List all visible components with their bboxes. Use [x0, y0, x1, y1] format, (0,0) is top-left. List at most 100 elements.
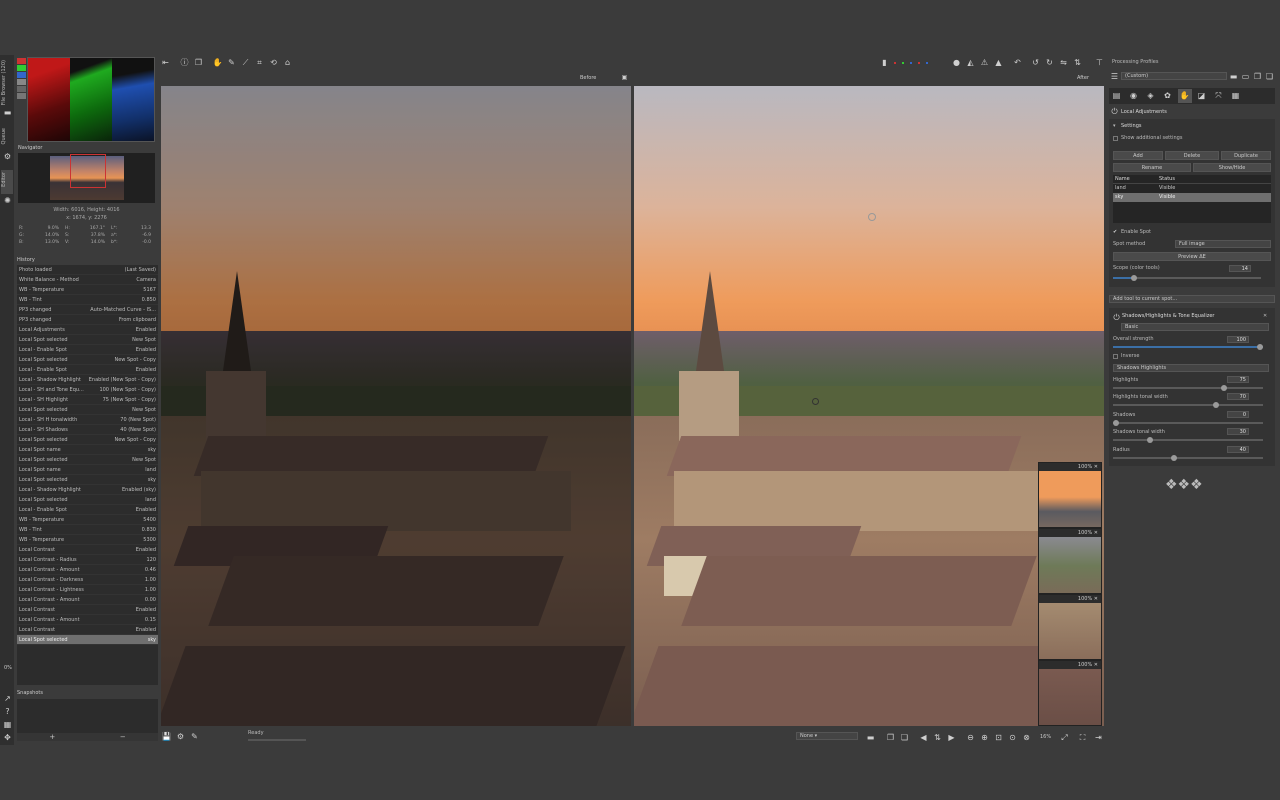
crop-icon[interactable]: ⌗ [255, 58, 264, 67]
history-row[interactable]: Local Spot selected New Spot - Copy [17, 435, 158, 445]
hl-tonal-width-value[interactable]: 70 [1227, 393, 1249, 400]
move-icon[interactable]: ✥ [3, 733, 12, 742]
luminance-toggle[interactable] [17, 79, 26, 85]
transform-tab-icon[interactable]: ⤧ [1214, 91, 1223, 100]
next-image-icon[interactable]: ▶ [947, 733, 956, 742]
queue-add-icon[interactable]: ⚙ [176, 732, 185, 741]
highlights-slider[interactable] [1113, 385, 1263, 391]
history-row[interactable]: Local - Shadow Highlight Enabled (New Spo… [17, 375, 158, 385]
lock-icon[interactable]: ▣ [620, 73, 629, 82]
tool-close-icon[interactable]: ✕ [1263, 313, 1267, 319]
overall-strength-value[interactable]: 100 [1227, 336, 1249, 343]
history-row[interactable]: WB - Tint 0.830 [17, 525, 158, 535]
history-row[interactable]: Local Contrast - Darkness 1.00 [17, 575, 158, 585]
history-row[interactable]: Local Contrast Enabled [17, 545, 158, 555]
radius-slider[interactable] [1113, 455, 1263, 461]
tab-file-browser[interactable]: File Browser (120) [1, 60, 7, 105]
history-row[interactable]: Local - Shadow Highlight Enabled (sky) [17, 485, 158, 495]
focus-mask-icon[interactable]: ● [952, 58, 961, 67]
color-tab-icon[interactable]: ✿ [1163, 91, 1172, 100]
power-icon[interactable]: ⏻ [1110, 107, 1119, 116]
history-row[interactable]: Local - SH Highlight 75 (New Spot - Copy) [17, 395, 158, 405]
scope-value[interactable]: 14 [1229, 265, 1251, 272]
history-row[interactable]: Local Contrast Enabled [17, 625, 158, 635]
spot-table[interactable]: Name Status land Visible sky Visible [1113, 175, 1271, 223]
highlight-clip-icon[interactable]: ◭ [966, 58, 975, 67]
chroma-toggle[interactable] [17, 86, 26, 92]
history-row[interactable]: Local Adjustments Enabled [17, 325, 158, 335]
history-row[interactable]: Local Spot name sky [17, 445, 158, 455]
detail-window-4[interactable]: 100% ✕ [1038, 660, 1102, 726]
paste-icon[interactable]: ❏ [900, 733, 909, 742]
favorites-tab-icon[interactable]: ▤ [1112, 91, 1121, 100]
history-row[interactable]: Local Spot selected New Spot [17, 335, 158, 345]
zoom-in-icon[interactable]: ⊕ [980, 733, 989, 742]
history-row[interactable]: Local Contrast Enabled [17, 605, 158, 615]
shadows-value[interactable]: 0 [1227, 411, 1249, 418]
sync-icon[interactable]: ⇅ [933, 733, 942, 742]
history-row[interactable]: WB - Temperature 5400 [17, 515, 158, 525]
radius-value[interactable]: 40 [1227, 446, 1249, 453]
rotate-right-icon[interactable]: ↻ [1045, 58, 1054, 67]
blue-dot-2[interactable] [926, 62, 928, 64]
folder-icon[interactable]: ▬ [3, 108, 12, 117]
zoom-crop-icon[interactable]: ⊗ [1022, 733, 1031, 742]
editor-icon[interactable]: ✎ [190, 732, 199, 741]
zoom-100-icon[interactable]: ⊙ [1008, 733, 1017, 742]
history-row[interactable]: Local - SH and Tone Equ... 100 (New Spot … [17, 385, 158, 395]
history-row[interactable]: Local Contrast - Amount 0.46 [17, 565, 158, 575]
spot-center-land[interactable] [812, 398, 819, 405]
local-adjustments-tab-icon[interactable]: ✋ [1180, 91, 1190, 100]
spot-method-select[interactable]: Full image [1175, 240, 1271, 248]
sh-mode-select[interactable]: Shadows Highlights [1113, 364, 1269, 372]
history-row[interactable]: WB - Temperature 5300 [17, 535, 158, 545]
history-row[interactable]: Local - Enable Spot Enabled [17, 365, 158, 375]
pin-icon[interactable]: ⊤ [1095, 58, 1104, 67]
detail-tab-icon[interactable]: ◈ [1146, 91, 1155, 100]
enable-spot-check[interactable]: ✔ [1113, 229, 1117, 235]
new-detail-window-icon[interactable]: ⤢ [1060, 733, 1069, 742]
red-channel-toggle[interactable] [17, 58, 26, 64]
shadows-slider[interactable] [1113, 420, 1263, 426]
tool-power-icon[interactable]: ⏻ [1112, 313, 1121, 322]
warning-icon[interactable]: ⚠ [980, 58, 989, 67]
highlights-value[interactable]: 75 [1227, 376, 1249, 383]
red-dot[interactable] [894, 62, 896, 64]
history-row[interactable]: Local Spot selected New Spot - Copy [17, 355, 158, 365]
sh-tonal-width-slider[interactable] [1113, 437, 1263, 443]
hl-tonal-width-slider[interactable] [1113, 402, 1263, 408]
raw-toggle[interactable] [17, 93, 26, 99]
gears-icon[interactable]: ⚙ [3, 152, 12, 161]
profile-icon[interactable]: ▮ [880, 58, 889, 67]
folder-icon-2[interactable]: ▬ [866, 733, 875, 742]
after-image[interactable] [634, 86, 1104, 726]
inverse-checkbox[interactable] [1113, 354, 1118, 359]
delete-spot-button[interactable]: Delete [1165, 151, 1219, 160]
sh-tonal-width-value[interactable]: 30 [1227, 428, 1249, 435]
scope-slider[interactable] [1113, 275, 1261, 281]
perspective-icon[interactable]: ⌂ [283, 58, 292, 67]
advanced-tab-icon[interactable]: ◪ [1197, 91, 1206, 100]
histogram[interactable] [27, 57, 155, 142]
tool-mode-select[interactable]: Basic [1121, 323, 1269, 331]
rotate-left-icon[interactable]: ↺ [1031, 58, 1040, 67]
history-row[interactable]: Local Contrast - Amount 0.00 [17, 595, 158, 605]
history-row[interactable]: Photo loaded (Last Saved) [17, 265, 158, 275]
hand-icon[interactable]: ✋ [213, 58, 223, 67]
history-list[interactable]: Photo loaded (Last Saved) White Balance - … [17, 265, 158, 685]
show-additional-checkbox[interactable] [1113, 136, 1118, 141]
undo-icon[interactable]: ↶ [1013, 58, 1022, 67]
rotate-icon[interactable]: ⟲ [269, 58, 278, 67]
copy-profile-icon[interactable]: ❐ [1253, 72, 1262, 81]
rename-spot-button[interactable]: Rename [1113, 163, 1191, 172]
detail-window-2[interactable]: 100% ✕ [1038, 528, 1102, 594]
detail-window-3[interactable]: 100% ✕ [1038, 594, 1102, 660]
straighten-icon[interactable]: ⟋ [241, 58, 250, 67]
expander-icon[interactable]: ▾ [1113, 123, 1116, 129]
info-icon[interactable]: ⓘ [180, 58, 189, 67]
green-channel-toggle[interactable] [17, 65, 26, 71]
open-profile-icon[interactable]: ▬ [1229, 72, 1238, 81]
history-row[interactable]: PP3 changed Auto-Matched Curve - IS... [17, 305, 158, 315]
green-dot[interactable] [902, 62, 904, 64]
navigator-view-rect[interactable] [70, 154, 106, 188]
